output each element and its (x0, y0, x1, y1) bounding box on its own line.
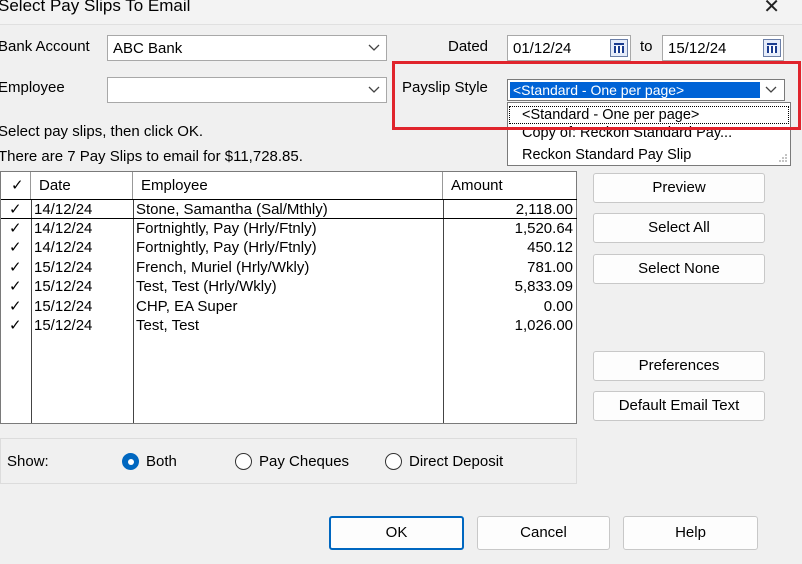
row-amount: 1,520.64 (514, 219, 573, 237)
row-amount: 450.12 (527, 239, 573, 256)
date-to-value: 15/12/24 (668, 40, 727, 57)
ok-button[interactable]: OK (329, 516, 464, 550)
row-employee: Test, Test (136, 317, 200, 334)
table-row[interactable]: ✓ 15/12/24 CHP, EA Super 0.00 (1, 297, 577, 317)
amount-column-header[interactable]: Amount (443, 172, 577, 199)
payslip-table[interactable]: ✓ Date Employee Amount ✓ 14/12/24 Stone,… (0, 171, 577, 424)
preview-button[interactable]: Preview (593, 173, 765, 203)
row-date: 15/12/24 (34, 317, 93, 334)
chevron-down-icon (368, 44, 380, 51)
row-check[interactable]: ✓ (9, 219, 22, 238)
select-all-button[interactable]: Select All (593, 213, 765, 243)
row-check[interactable]: ✓ (9, 297, 22, 316)
radio-direct-deposit[interactable] (385, 453, 402, 470)
close-icon[interactable]: ✕ (763, 0, 780, 19)
employee-label: Employee (0, 79, 65, 96)
radio-pay-cheques[interactable] (235, 453, 252, 470)
check-column-header[interactable]: ✓ (1, 172, 31, 199)
show-group: Show: Both Pay Cheques Direct Deposit (0, 438, 577, 484)
row-amount: 5,833.09 (514, 278, 573, 295)
row-check[interactable]: ✓ (9, 200, 22, 219)
row-check[interactable]: ✓ (9, 277, 22, 296)
row-date: 14/12/24 (34, 239, 93, 256)
table-row[interactable]: ✓ 15/12/24 Test, Test 1,026.00 (1, 316, 577, 336)
table-row[interactable]: ✓ 14/12/24 Fortnightly, Pay (Hrly/Ftnly)… (1, 219, 577, 239)
title-bar: Select Pay Slips To Email ✕ (0, 0, 802, 25)
row-check[interactable]: ✓ (9, 238, 22, 257)
resize-grip-icon[interactable] (778, 153, 788, 163)
row-date: 15/12/24 (34, 258, 93, 276)
bank-account-value: ABC Bank (113, 40, 183, 57)
table-row[interactable]: ✓ 14/12/24 Fortnightly, Pay (Hrly/Ftnly)… (1, 238, 577, 258)
employee-select[interactable] (107, 77, 387, 103)
dated-label: Dated (448, 38, 489, 55)
calendar-icon[interactable] (763, 39, 781, 57)
help-button[interactable]: Help (623, 516, 758, 550)
summary-text: There are 7 Pay Slips to email for $11,7… (0, 148, 303, 165)
table-row[interactable]: ✓ 14/12/24 Stone, Samantha (Sal/Mthly) 2… (1, 199, 577, 219)
row-date: 14/12/24 (34, 219, 93, 237)
row-amount: 0.00 (543, 297, 573, 315)
row-employee: Fortnightly, Pay (Hrly/Ftnly) (136, 239, 317, 256)
dropdown-option[interactable]: Reckon Standard Pay Slip (508, 145, 790, 165)
show-label: Show: (7, 453, 49, 470)
default-email-text-button[interactable]: Default Email Text (593, 391, 765, 421)
row-date: 15/12/24 (34, 278, 93, 295)
row-amount: 781.00 (527, 258, 573, 276)
row-employee: French, Muriel (Hrly/Wkly) (136, 258, 310, 276)
date-column-header[interactable]: Date (31, 172, 133, 199)
employee-column-header[interactable]: Employee (133, 172, 443, 199)
row-date: 14/12/24 (34, 201, 93, 218)
bank-account-label: Bank Account (0, 38, 90, 55)
to-label: to (640, 38, 653, 55)
cancel-button[interactable]: Cancel (477, 516, 610, 550)
row-amount: 1,026.00 (514, 317, 573, 334)
row-check[interactable]: ✓ (9, 258, 22, 277)
chevron-down-icon (368, 86, 380, 93)
row-employee: Fortnightly, Pay (Hrly/Ftnly) (136, 219, 317, 237)
instruction-text: Select pay slips, then click OK. (0, 123, 204, 140)
preferences-button[interactable]: Preferences (593, 351, 765, 381)
row-employee: CHP, EA Super (136, 297, 238, 315)
select-none-button[interactable]: Select None (593, 254, 765, 284)
row-amount: 2,118.00 (515, 201, 573, 218)
window-title: Select Pay Slips To Email (0, 0, 191, 15)
radio-pay-cheques-label[interactable]: Pay Cheques (259, 453, 349, 470)
date-from-value: 01/12/24 (513, 40, 572, 57)
radio-both-label[interactable]: Both (146, 453, 177, 470)
radio-both[interactable] (122, 453, 139, 470)
row-employee: Stone, Samantha (Sal/Mthly) (136, 201, 328, 218)
radio-direct-deposit-label[interactable]: Direct Deposit (409, 453, 503, 470)
row-employee: Test, Test (Hrly/Wkly) (136, 278, 277, 295)
row-date: 15/12/24 (34, 297, 93, 315)
date-to-field[interactable]: 15/12/24 (662, 35, 784, 61)
date-from-field[interactable]: 01/12/24 (507, 35, 631, 61)
calendar-icon[interactable] (610, 39, 628, 57)
bank-account-select[interactable]: ABC Bank (107, 35, 387, 61)
row-check[interactable]: ✓ (9, 316, 22, 335)
table-row[interactable]: ✓ 15/12/24 French, Muriel (Hrly/Wkly) 78… (1, 258, 577, 278)
table-row[interactable]: ✓ 15/12/24 Test, Test (Hrly/Wkly) 5,833.… (1, 277, 577, 297)
highlight-annotation (392, 61, 801, 130)
